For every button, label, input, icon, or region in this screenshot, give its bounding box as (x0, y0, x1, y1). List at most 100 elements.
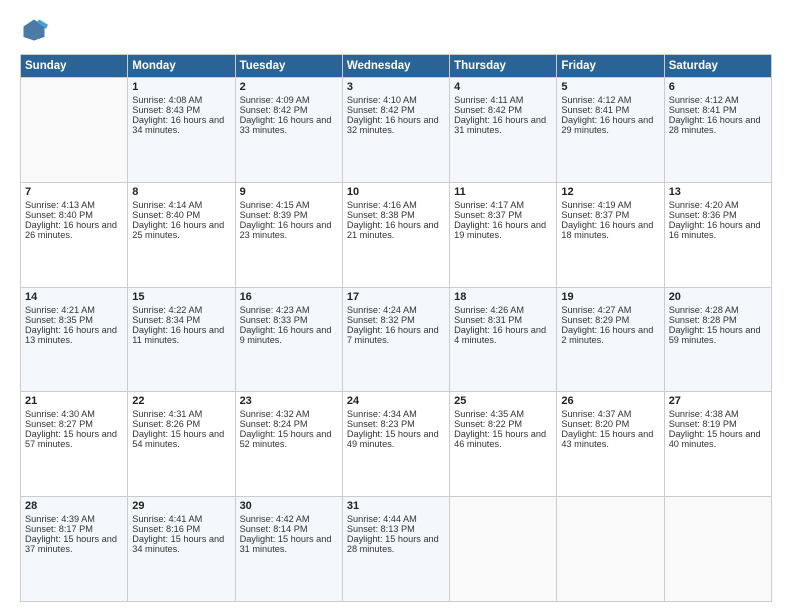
day-number: 31 (347, 500, 445, 512)
calendar-cell: 2Sunrise: 4:09 AMSunset: 8:42 PMDaylight… (235, 78, 342, 183)
sunrise-text: Sunrise: 4:30 AM (25, 409, 123, 419)
sunrise-text: Sunrise: 4:20 AM (669, 200, 767, 210)
calendar-cell: 9Sunrise: 4:15 AMSunset: 8:39 PMDaylight… (235, 182, 342, 287)
daylight-text: Daylight: 16 hours and 31 minutes. (454, 115, 552, 135)
sunrise-text: Sunrise: 4:09 AM (240, 95, 338, 105)
calendar-week-row: 1 Sunrise: 4:08 AMSunset: 8:43 PM Daylight… (21, 78, 772, 183)
sunset-text: Sunset: 8:29 PM (561, 315, 659, 325)
sunrise-text: Sunrise: 4:12 AM (561, 95, 659, 105)
sunset-text: Sunset: 8:39 PM (240, 210, 338, 220)
day-number: 25 (454, 395, 552, 407)
sunrise-text: Sunrise: 4:16 AM (347, 200, 445, 210)
daylight-text: Daylight: 15 hours and 28 minutes. (347, 534, 445, 554)
day-number: 5 (561, 81, 659, 93)
calendar-cell: 8Sunrise: 4:14 AMSunset: 8:40 PMDaylight… (128, 182, 235, 287)
calendar-cell (450, 497, 557, 602)
daylight-text: Daylight: 15 hours and 52 minutes. (240, 429, 338, 449)
calendar-cell: 29Sunrise: 4:41 AMSunset: 8:16 PMDayligh… (128, 497, 235, 602)
sunset-text: Sunset: 8:33 PM (240, 315, 338, 325)
day-number: 22 (132, 395, 230, 407)
weekday-header: Monday (128, 55, 235, 78)
sunset-text: Sunset: 8:38 PM (347, 210, 445, 220)
daylight-text: Daylight: 16 hours and 19 minutes. (454, 220, 552, 240)
sunset-text: Sunset: 8:23 PM (347, 419, 445, 429)
day-number: 20 (669, 291, 767, 303)
calendar-table: SundayMondayTuesdayWednesdayThursdayFrid… (20, 54, 772, 602)
daylight-text: Daylight: 16 hours and 33 minutes. (240, 115, 338, 135)
daylight-text: Daylight: 15 hours and 34 minutes. (132, 534, 230, 554)
day-number: 6 (669, 81, 767, 93)
day-number: 2 (240, 81, 338, 93)
calendar-cell: 26Sunrise: 4:37 AMSunset: 8:20 PMDayligh… (557, 392, 664, 497)
calendar-cell: 7Sunrise: 4:13 AMSunset: 8:40 PMDaylight… (21, 182, 128, 287)
calendar-cell (557, 497, 664, 602)
day-number: 21 (25, 395, 123, 407)
calendar-cell: 27Sunrise: 4:38 AMSunset: 8:19 PMDayligh… (664, 392, 771, 497)
sunset-text: Sunset: 8:43 PM (132, 105, 230, 115)
sunrise-text: Sunrise: 4:28 AM (669, 305, 767, 315)
daylight-text: Daylight: 16 hours and 2 minutes. (561, 325, 659, 345)
calendar-cell: 20Sunrise: 4:28 AMSunset: 8:28 PMDayligh… (664, 287, 771, 392)
calendar-cell: 3Sunrise: 4:10 AMSunset: 8:42 PMDaylight… (342, 78, 449, 183)
sunset-text: Sunset: 8:40 PM (132, 210, 230, 220)
weekday-header: Sunday (21, 55, 128, 78)
calendar-cell: 30Sunrise: 4:42 AMSunset: 8:14 PMDayligh… (235, 497, 342, 602)
calendar-cell: 6Sunrise: 4:12 AMSunset: 8:41 PMDaylight… (664, 78, 771, 183)
day-number: 30 (240, 500, 338, 512)
day-number: 24 (347, 395, 445, 407)
day-number: 14 (25, 291, 123, 303)
header (20, 16, 772, 44)
day-number: 4 (454, 81, 552, 93)
sunset-text: Sunset: 8:24 PM (240, 419, 338, 429)
sunrise-text: Sunrise: 4:14 AM (132, 200, 230, 210)
sunrise-text: Sunrise: 4:24 AM (347, 305, 445, 315)
calendar-week-row: 28 Sunrise: 4:39 AMSunset: 8:17 PM Dayligh… (21, 497, 772, 602)
daylight-text: Daylight: 15 hours and 43 minutes. (561, 429, 659, 449)
daylight-text: Daylight: 15 hours and 54 minutes. (132, 429, 230, 449)
day-number: 26 (561, 395, 659, 407)
sunrise-text: Sunrise: 4:22 AM (132, 305, 230, 315)
sunset-text: Sunset: 8:27 PM (25, 419, 123, 429)
daylight-text: Daylight: 15 hours and 57 minutes. (25, 429, 123, 449)
sunset-text: Sunset: 8:19 PM (669, 419, 767, 429)
logo (20, 16, 52, 44)
daylight-text: Daylight: 16 hours and 25 minutes. (132, 220, 230, 240)
daylight-text: Daylight: 16 hours and 7 minutes. (347, 325, 445, 345)
calendar-cell: 23Sunrise: 4:32 AMSunset: 8:24 PMDayligh… (235, 392, 342, 497)
day-number: 1 (132, 81, 230, 93)
day-number: 10 (347, 186, 445, 198)
sunset-text: Sunset: 8:16 PM (132, 524, 230, 534)
day-number: 28 (25, 500, 123, 512)
sunrise-text: Sunrise: 4:27 AM (561, 305, 659, 315)
weekday-header: Tuesday (235, 55, 342, 78)
day-number: 17 (347, 291, 445, 303)
day-number: 27 (669, 395, 767, 407)
sunrise-text: Sunrise: 4:08 AM (132, 95, 230, 105)
day-number: 13 (669, 186, 767, 198)
calendar-cell: 10Sunrise: 4:16 AMSunset: 8:38 PMDayligh… (342, 182, 449, 287)
sunrise-text: Sunrise: 4:39 AM (25, 514, 123, 524)
sunset-text: Sunset: 8:22 PM (454, 419, 552, 429)
sunrise-text: Sunrise: 4:35 AM (454, 409, 552, 419)
calendar-cell: 28Sunrise: 4:39 AMSunset: 8:17 PMDayligh… (21, 497, 128, 602)
daylight-text: Daylight: 16 hours and 16 minutes. (669, 220, 767, 240)
sunrise-text: Sunrise: 4:15 AM (240, 200, 338, 210)
day-number: 19 (561, 291, 659, 303)
calendar-cell: 14Sunrise: 4:21 AMSunset: 8:35 PMDayligh… (21, 287, 128, 392)
day-number: 29 (132, 500, 230, 512)
sunset-text: Sunset: 8:28 PM (669, 315, 767, 325)
sunrise-text: Sunrise: 4:11 AM (454, 95, 552, 105)
calendar-cell: 24Sunrise: 4:34 AMSunset: 8:23 PMDayligh… (342, 392, 449, 497)
weekday-header: Saturday (664, 55, 771, 78)
sunrise-text: Sunrise: 4:17 AM (454, 200, 552, 210)
day-number: 9 (240, 186, 338, 198)
calendar-week-row: 14Sunrise: 4:21 AMSunset: 8:35 PMDayligh… (21, 287, 772, 392)
calendar-week-row: 21Sunrise: 4:30 AMSunset: 8:27 PMDayligh… (21, 392, 772, 497)
calendar-cell: 18Sunrise: 4:26 AMSunset: 8:31 PMDayligh… (450, 287, 557, 392)
sunset-text: Sunset: 8:17 PM (25, 524, 123, 534)
calendar-week-row: 7Sunrise: 4:13 AMSunset: 8:40 PMDaylight… (21, 182, 772, 287)
day-number: 3 (347, 81, 445, 93)
sunrise-text: Sunrise: 4:34 AM (347, 409, 445, 419)
calendar-cell: 16Sunrise: 4:23 AMSunset: 8:33 PMDayligh… (235, 287, 342, 392)
daylight-text: Daylight: 15 hours and 40 minutes. (669, 429, 767, 449)
